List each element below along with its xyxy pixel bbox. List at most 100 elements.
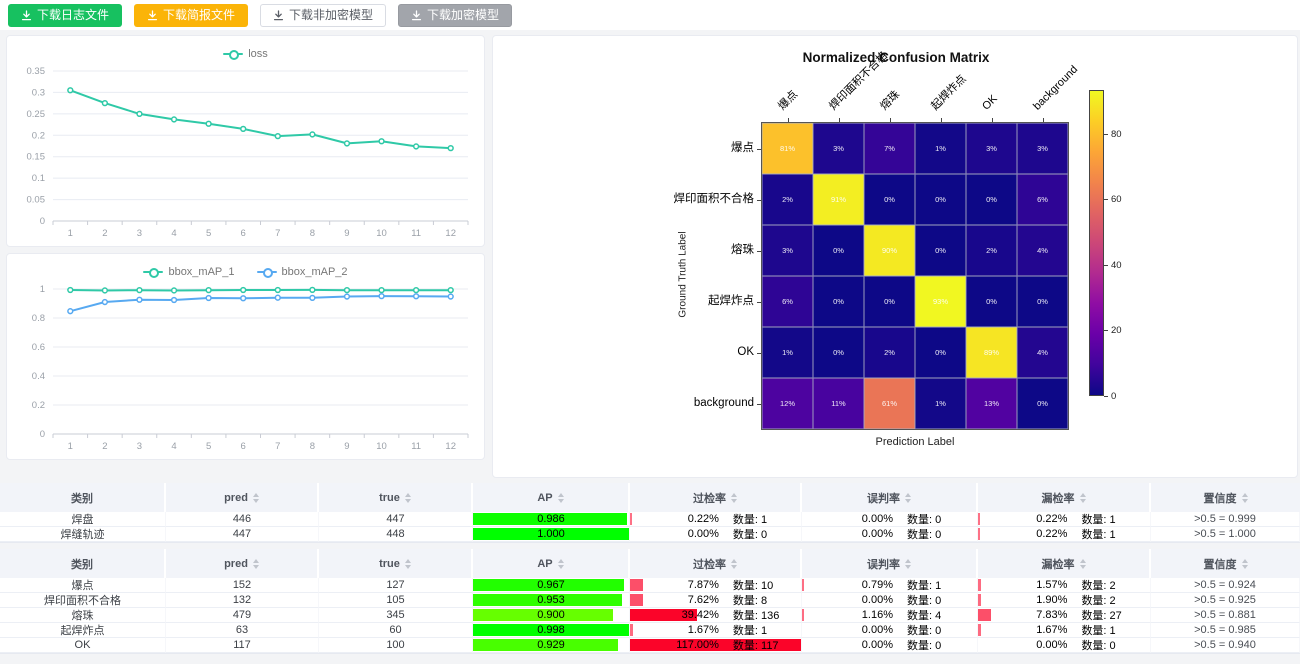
table-cell-category: 焊盘	[0, 512, 166, 527]
matrix-cell: 4%	[1017, 327, 1068, 378]
column-header-label: 置信度	[1204, 490, 1237, 506]
download-icon	[411, 10, 422, 21]
x-tick-label: 6	[241, 441, 246, 452]
data-point	[241, 126, 246, 131]
matrix-cell: 2%	[966, 225, 1017, 276]
sort-caret-icon[interactable]	[905, 559, 911, 569]
series-line-loss	[70, 90, 450, 148]
confidence-value: >0.5 = 1.000	[1194, 528, 1256, 540]
matrix-cell-value: 7%	[884, 144, 895, 153]
matrix-row-label: background	[594, 378, 754, 429]
table-cell-miss-rate: 1.90%数量: 2	[978, 593, 1151, 608]
x-tick-label: 3	[137, 228, 142, 239]
download-brief-label: 下载简报文件	[163, 9, 235, 21]
column-header-AP[interactable]: AP	[473, 483, 630, 512]
legend-item-loss[interactable]: loss	[223, 48, 268, 60]
y-tick-label: 0.25	[27, 109, 46, 120]
column-header-置信度[interactable]: 置信度	[1151, 483, 1300, 512]
rate-count: 数量: 2	[1067, 593, 1150, 608]
metrics-tables: 类别predtrueAP过检率误判率漏检率置信度焊盘4464470.9860.2…	[0, 483, 1300, 654]
column-header-pred[interactable]: pred	[166, 549, 319, 578]
data-point	[275, 288, 280, 293]
sort-caret-icon[interactable]	[1242, 559, 1248, 569]
column-header-pred[interactable]: pred	[166, 483, 319, 512]
series-line-bbox_mAP_2	[70, 296, 450, 311]
data-point	[172, 288, 177, 293]
x-tick-label: 7	[275, 441, 280, 452]
rate-percent: 0.00%	[802, 513, 893, 525]
ap-value: 0.900	[537, 609, 565, 621]
rate-count: 数量: 1	[1067, 512, 1150, 527]
matrix-cell-value: 11%	[831, 399, 845, 408]
download-icon	[273, 10, 284, 21]
matrix-row-label: 爆点	[594, 123, 754, 174]
column-header-AP[interactable]: AP	[473, 549, 630, 578]
rate-percent: 0.00%	[630, 528, 719, 540]
loss-chart-card: loss 00.050.10.150.20.250.30.35123456789…	[6, 35, 485, 247]
ap-value: 0.986	[537, 513, 565, 525]
sort-caret-icon[interactable]	[1080, 559, 1086, 569]
matrix-cell: 61%	[864, 378, 915, 429]
legend-item-bbox_mAP_2[interactable]: bbox_mAP_2	[257, 266, 348, 278]
table-cell-misjudge-rate: 0.00%数量: 0	[802, 512, 978, 527]
table-header-row: 类别predtrueAP过检率误判率漏检率置信度	[0, 549, 1300, 578]
table-cell-pred: 447	[166, 527, 319, 542]
matrix-cell-value: 1%	[935, 144, 946, 153]
table-cell-ap: 0.900	[473, 608, 630, 623]
rate-count: 数量: 0	[1067, 638, 1150, 653]
column-header-误判率[interactable]: 误判率	[802, 549, 978, 578]
column-header-误判率[interactable]: 误判率	[802, 483, 978, 512]
column-header-label: 误判率	[867, 490, 900, 506]
matrix-row-label: 起焊炸点	[594, 276, 754, 327]
matrix-top-tick	[788, 118, 789, 122]
matrix-cell-value: 0%	[935, 195, 946, 204]
table-cell-over-detect-rate: 7.62%数量: 8	[630, 593, 802, 608]
matrix-cell-value: 0%	[884, 297, 895, 306]
download-plain-model-button[interactable]: 下载非加密模型	[260, 4, 386, 27]
download-encrypted-model-button[interactable]: 下载加密模型	[398, 4, 512, 27]
table-cell-pred: 117	[166, 638, 319, 653]
table-cell-ap: 0.967	[473, 578, 630, 593]
sort-caret-icon[interactable]	[253, 493, 259, 503]
defect-detail-table: 类别predtrueAP过检率误判率漏检率置信度爆点1521270.9677.8…	[0, 549, 1300, 654]
matrix-cell: 7%	[864, 123, 915, 174]
sort-caret-icon[interactable]	[1080, 493, 1086, 503]
map-chart-legend: bbox_mAP_1 bbox_mAP_2	[7, 254, 484, 281]
sort-caret-icon[interactable]	[558, 559, 564, 569]
sort-caret-icon[interactable]	[1242, 493, 1248, 503]
colorbar-tick-label: 80	[1111, 129, 1122, 140]
download-log-button[interactable]: 下载日志文件	[8, 4, 122, 27]
sort-caret-icon[interactable]	[558, 493, 564, 503]
column-header-漏检率[interactable]: 漏检率	[978, 549, 1151, 578]
table-cell-misjudge-rate: 0.00%数量: 0	[802, 527, 978, 542]
sort-caret-icon[interactable]	[405, 559, 411, 569]
matrix-cell: 81%	[762, 123, 813, 174]
legend-item-bbox_mAP_1[interactable]: bbox_mAP_1	[143, 266, 234, 278]
data-point	[379, 294, 384, 299]
sort-caret-icon[interactable]	[731, 493, 737, 503]
sort-caret-icon[interactable]	[253, 559, 259, 569]
data-point	[172, 298, 177, 303]
colorbar	[1089, 90, 1104, 396]
matrix-row-label: 熔珠	[594, 225, 754, 276]
data-point	[448, 288, 453, 293]
sort-caret-icon[interactable]	[405, 493, 411, 503]
table-cell-true: 448	[319, 527, 473, 542]
data-point	[345, 288, 350, 293]
x-tick-label: 4	[171, 441, 176, 452]
column-header-true[interactable]: true	[319, 483, 473, 512]
matrix-cell-value: 3%	[833, 144, 844, 153]
column-header-过检率[interactable]: 过检率	[630, 549, 802, 578]
column-header-漏检率[interactable]: 漏检率	[978, 483, 1151, 512]
column-header-过检率[interactable]: 过检率	[630, 483, 802, 512]
column-header-置信度[interactable]: 置信度	[1151, 549, 1300, 578]
matrix-cell-value: 6%	[782, 297, 793, 306]
column-header-true[interactable]: true	[319, 549, 473, 578]
sort-caret-icon[interactable]	[905, 493, 911, 503]
matrix-col-label: 爆点	[775, 88, 801, 114]
rate-percent: 7.87%	[630, 579, 719, 591]
matrix-cell-value: 90%	[882, 246, 897, 255]
download-brief-button[interactable]: 下载简报文件	[134, 4, 248, 27]
sort-caret-icon[interactable]	[731, 559, 737, 569]
table-cell-category: 焊印面积不合格	[0, 593, 166, 608]
